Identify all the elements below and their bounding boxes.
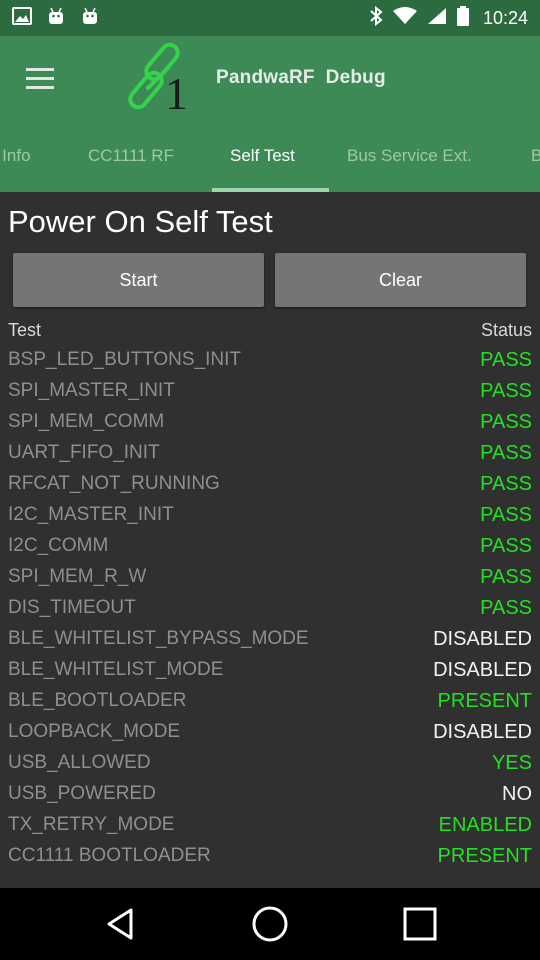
column-header-status: Status: [480, 320, 532, 340]
tab-self-test[interactable]: Self Test: [230, 120, 295, 192]
result-row: UART_FIFO_INIT PASS: [8, 440, 532, 471]
test-name: TX_RETRY_MODE: [8, 814, 175, 835]
signal-icon: [427, 7, 447, 30]
android-icon: [46, 7, 66, 30]
clock-time: 10:24: [482, 7, 528, 28]
result-row: BLE_WHITELIST_MODE DISABLED: [8, 657, 532, 688]
result-row: I2C_COMM PASS: [8, 533, 532, 564]
battery-icon: [456, 5, 469, 31]
results-header: Test Status: [8, 320, 532, 344]
test-name: LOOPBACK_MODE: [8, 721, 181, 742]
result-row: BSP_LED_BUTTONS_INIT PASS: [8, 347, 532, 378]
start-button[interactable]: Start: [13, 253, 264, 307]
test-name: I2C_COMM: [8, 535, 109, 556]
result-row: BLE_WHITELIST_BYPASS_MODE DISABLED: [8, 626, 532, 657]
menu-icon[interactable]: [26, 68, 56, 90]
result-row: SPI_MEM_R_W PASS: [8, 564, 532, 595]
android-icon: [80, 7, 100, 30]
test-status: PASS: [480, 473, 532, 495]
test-status: PASS: [480, 349, 532, 371]
test-name: SPI_MASTER_INIT: [8, 380, 175, 401]
home-icon[interactable]: [250, 904, 290, 944]
logo-digit: 1: [165, 68, 188, 118]
test-status: DISABLED: [433, 628, 532, 650]
app-bar: 1 PandwaRF Debug: [0, 36, 540, 120]
test-name: BLE_WHITELIST_MODE: [8, 659, 224, 680]
result-row: SPI_MEM_COMM PASS: [8, 409, 532, 440]
tab-bar: p Info CC1111 RF Self Test Bus Service E…: [0, 120, 540, 192]
navigation-bar: [0, 888, 540, 960]
app-title: PandwaRF Debug: [216, 67, 386, 88]
test-name: CC1111 BOOTLOADER: [8, 845, 211, 866]
test-status: PASS: [480, 442, 532, 464]
bluetooth-icon: [369, 5, 383, 31]
screen: 10:24 1 PandwaRF Debug p Info CC1111 RF …: [0, 0, 540, 960]
test-name: BSP_LED_BUTTONS_INIT: [8, 349, 242, 370]
result-row: RFCAT_NOT_RUNNING PASS: [8, 471, 532, 502]
tab-bus-service-ext[interactable]: Bus Service Ext.: [347, 120, 472, 192]
test-status: PASS: [480, 504, 532, 526]
test-name: SPI_MEM_COMM: [8, 411, 165, 432]
wifi-icon: [392, 6, 417, 30]
test-status: PRESENT: [437, 845, 532, 867]
result-row: SPI_MASTER_INIT PASS: [8, 378, 532, 409]
back-icon[interactable]: [101, 904, 141, 944]
column-header-test: Test: [8, 320, 42, 340]
test-status: PASS: [480, 411, 532, 433]
tab-app-info[interactable]: p Info: [0, 120, 31, 192]
test-status: PASS: [480, 566, 532, 588]
result-row: LOOPBACK_MODE DISABLED: [8, 719, 532, 750]
result-row: TX_RETRY_MODE ENABLED: [8, 812, 532, 843]
recent-apps-icon[interactable]: [400, 904, 440, 944]
test-name: I2C_MASTER_INIT: [8, 504, 174, 525]
test-name: USB_POWERED: [8, 783, 156, 804]
test-name: DIS_TIMEOUT: [8, 597, 136, 618]
test-status: PRESENT: [437, 690, 532, 712]
test-status: ENABLED: [438, 814, 532, 836]
test-status: YES: [491, 752, 532, 774]
test-status: NO: [502, 783, 532, 805]
test-status: PASS: [480, 380, 532, 402]
tab-partial[interactable]: B: [531, 120, 540, 192]
result-row: DIS_TIMEOUT PASS: [8, 595, 532, 626]
test-name: USB_ALLOWED: [8, 752, 151, 773]
results-list: BSP_LED_BUTTONS_INIT PASS SPI_MASTER_INIT…: [8, 347, 532, 874]
test-name: BLE_BOOTLOADER: [8, 690, 187, 711]
test-status: PASS: [480, 535, 532, 557]
test-name: UART_FIFO_INIT: [8, 442, 160, 463]
page-title: Power On Self Test: [8, 204, 273, 239]
tab-cc1111-rf[interactable]: CC1111 RF: [88, 120, 174, 192]
result-row: USB_POWERED NO: [8, 781, 532, 812]
status-bar: 10:24: [0, 0, 540, 36]
result-row: I2C_MASTER_INIT PASS: [8, 502, 532, 533]
test-name: RFCAT_NOT_RUNNING: [8, 473, 220, 494]
self-test-panel: Power On Self Test Start Clear Test Stat…: [0, 192, 540, 888]
result-row: BLE_BOOTLOADER PRESENT: [8, 688, 532, 719]
test-name: SPI_MEM_R_W: [8, 566, 147, 587]
gallery-icon: [12, 6, 32, 30]
pandwarf-logo: 1: [124, 38, 202, 119]
clear-button[interactable]: Clear: [275, 253, 526, 307]
test-status: PASS: [480, 597, 532, 619]
result-row: USB_ALLOWED YES: [8, 750, 532, 781]
test-status: DISABLED: [433, 659, 532, 681]
test-name: BLE_WHITELIST_BYPASS_MODE: [8, 628, 309, 649]
test-status: DISABLED: [433, 721, 532, 743]
result-row: CC1111 BOOTLOADER PRESENT: [8, 843, 532, 874]
